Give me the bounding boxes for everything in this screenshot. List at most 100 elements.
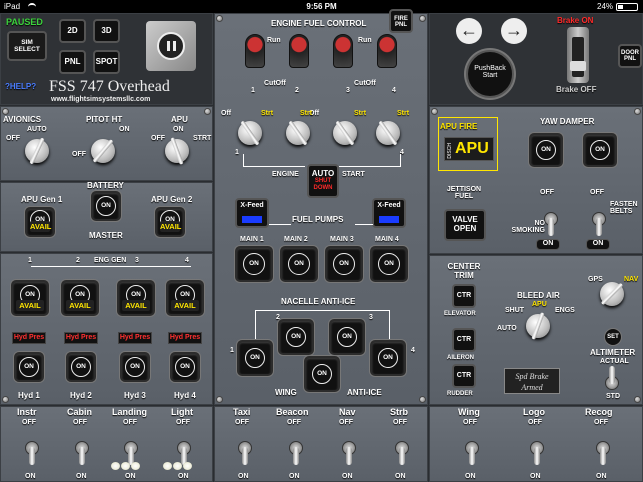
bleed-air-knob[interactable] [526,314,550,338]
auto-shutdown-button[interactable]: AUTO SHUT DOWN [307,164,339,198]
center-trim-label: CENTER TRIM [447,262,481,280]
engine-start-3-knob[interactable] [333,121,357,145]
nacelle4-button[interactable]: ON [370,340,406,376]
apu-fire-handle[interactable]: DISCH APU [444,137,494,161]
fire-panel-button[interactable]: FIRE PNL [389,9,413,33]
eng-gen2-button[interactable]: ON AVAIL [61,280,99,316]
main3-pump-button[interactable]: ON [325,246,363,282]
gps-nav-knob[interactable] [600,282,624,306]
xfeed-left-label: X-Feed [240,202,264,209]
nacelle1-button[interactable]: ON [237,340,273,376]
apu-fire-apu-label: APU [455,140,489,157]
eng-gen3-button[interactable]: ON AVAIL [117,280,155,316]
yaw-damper-1-button[interactable]: ON [529,133,563,167]
eng-gen1-button[interactable]: ON AVAIL [11,280,49,316]
spot-button[interactable]: SPOT [93,50,120,74]
cabin-toggle[interactable] [75,431,89,465]
light-off-label: OFF [176,419,190,426]
avionics-knob[interactable] [25,139,49,163]
clock: 9:56 PM [306,2,337,11]
bleed-apu-label: APU [532,301,547,308]
door-panel-button[interactable]: DOOR PNL [618,44,642,68]
xfeed-left-button[interactable]: X-Feed [235,198,269,228]
eng-gen-num-3: 3 [135,257,139,264]
num-2: 2 [295,87,299,94]
switch-label-strb: Strb [390,407,408,417]
landing-lights-icon [111,457,151,470]
nav-toggle[interactable] [342,431,356,465]
pause-button[interactable] [146,21,196,71]
logo-off-label: OFF [528,419,542,426]
paused-indicator: PAUSED [6,17,43,27]
no-smoking-toggle[interactable] [544,202,558,236]
pitot-heat-knob[interactable] [91,139,115,163]
hyd3-button[interactable]: ON [120,352,150,382]
taxi-toggle[interactable] [238,431,252,465]
apu-gen2-button[interactable]: ON AVAIL [155,207,185,237]
eng-gen3-avail: AVAIL [122,300,150,311]
hyd4-button[interactable]: ON [170,352,200,382]
back-arrow-icon[interactable]: ← [456,18,482,44]
hyd4-on: ON [175,357,195,377]
yaw-damper-2-button[interactable]: ON [583,133,617,167]
fuel-control-2[interactable] [289,34,309,68]
main4-pump-button[interactable]: ON [370,246,408,282]
fuel-control-1[interactable] [245,34,265,68]
logo-toggle[interactable] [530,431,544,465]
fuel-control-4[interactable] [377,34,397,68]
num-4: 4 [392,87,396,94]
eng-gen-hydraulics-panel: 1 2 ENG GEN 3 4 ON AVAIL ON AVAIL ON AVAIL … [0,253,213,405]
battery-button[interactable]: ON [91,191,121,221]
main1-pump-button[interactable]: ON [235,246,273,282]
pitot-heat-label: PITOT HT [86,115,123,124]
xfeed-right-label: X-Feed [377,202,401,209]
landing-on-label: ON [125,473,136,480]
website-link[interactable]: www.flightsimsystemsllc.com [51,96,150,103]
apu-knob[interactable] [165,139,189,163]
lights-panel-mid: Taxi OFF ON Beacon OFF ON Nav OFF ON Str… [214,406,428,482]
jettison-fuel-label: JETTISON FUEL [446,186,482,200]
wing-anti-ice-button[interactable]: ON [304,356,340,392]
engine-start-1-knob[interactable] [238,121,262,145]
nacelle2-button[interactable]: ON [278,319,314,355]
ctr-rudder-button[interactable]: CTR [452,364,476,388]
wing-toggle[interactable] [465,431,479,465]
main2-pump-button[interactable]: ON [280,246,318,282]
forward-arrow-icon[interactable]: → [501,18,527,44]
fasten-belts-toggle[interactable] [592,202,606,236]
engine-start-2-knob[interactable] [286,121,310,145]
recog-toggle[interactable] [596,431,610,465]
view-3d-button[interactable]: 3D [93,19,120,43]
panel-button[interactable]: PNL [59,50,86,74]
beacon-toggle[interactable] [289,431,303,465]
instr-toggle[interactable] [25,431,39,465]
apu-gen1-button[interactable]: ON AVAIL [25,207,55,237]
yaw-damper-label: YAW DAMPER [540,117,595,126]
sim-select-button[interactable]: SIM SELECT [7,31,47,61]
xfeed-right-button[interactable]: X-Feed [372,198,406,228]
app-title: FSS 747 Overhead [49,78,170,95]
avionics-auto-label: AUTO [27,126,47,133]
hyd1-button[interactable]: ON [14,352,44,382]
recog-off-label: OFF [594,419,608,426]
fuel-control-3[interactable] [333,34,353,68]
ctr-elevator-button[interactable]: CTR [452,284,476,308]
ctr-aileron-button[interactable]: CTR [452,328,476,352]
help-link[interactable]: ?HELP? [5,82,36,91]
nacelle-num-4: 4 [411,347,415,354]
nacelle3-button[interactable]: ON [329,319,365,355]
pushback-start-button[interactable]: PushBack Start [466,50,514,98]
jettison-valve-button[interactable]: VALVE OPEN [444,209,486,241]
engine-start-4-knob[interactable] [376,121,400,145]
view-2d-button[interactable]: 2D [59,19,86,43]
altimeter-set-button[interactable]: SET [604,328,622,346]
hyd2-button[interactable]: ON [66,352,96,382]
switch-label-nav: Nav [339,407,356,417]
strb-toggle[interactable] [395,431,409,465]
num-1: 1 [251,87,255,94]
eng-gen4-button[interactable]: ON AVAIL [166,280,204,316]
auto-label: AUTO [311,169,335,178]
taxi-on-label: ON [238,473,249,480]
parking-brake-lever[interactable] [567,27,589,83]
main2-label: MAIN 2 [284,236,308,243]
